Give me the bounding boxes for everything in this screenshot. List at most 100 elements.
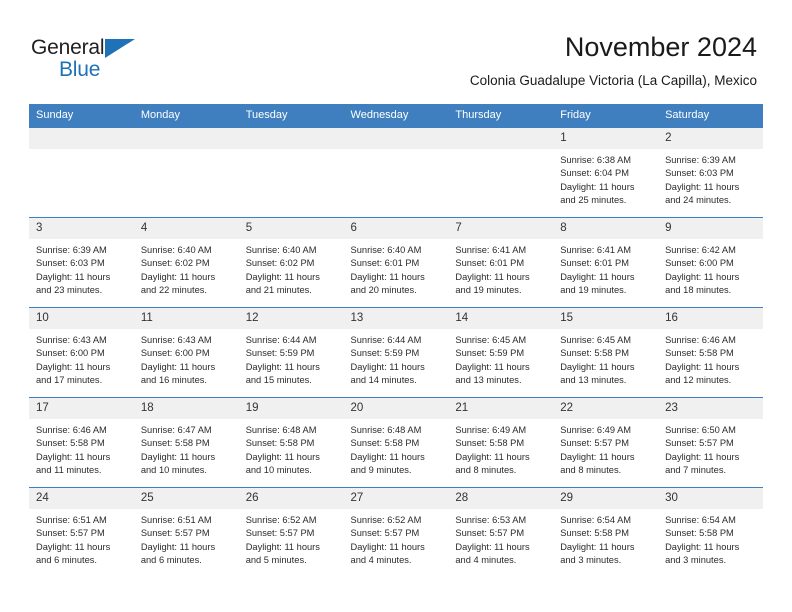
logo-text-general: General — [31, 36, 105, 59]
sunset-time: Sunset: 5:57 PM — [665, 438, 734, 449]
calendar-day-cell[interactable]: 26 Sunrise: 6:52 AM Sunset: 5:57 PM Dayligh… — [238, 487, 344, 578]
day-number: 27 — [343, 488, 449, 509]
daylight-duration-line2: and 13 minutes. — [560, 375, 627, 386]
calendar-day-cell[interactable]: 3 Sunrise: 6:39 AM Sunset: 6:03 PM Daylight… — [29, 217, 134, 308]
day-number — [29, 128, 134, 149]
calendar-day-cell[interactable]: 19 Sunrise: 6:48 AM Sunset: 5:58 PM Dayligh… — [238, 397, 344, 488]
day-sun-info: Sunrise: 6:51 AM Sunset: 5:57 PM Daylight:… — [134, 509, 239, 568]
weekday-header-row: Sunday Monday Tuesday Wednesday Thursday… — [29, 104, 763, 128]
sunset-time: Sunset: 5:59 PM — [350, 348, 420, 359]
calendar-day-cell[interactable]: 16 Sunrise: 6:46 AM Sunset: 5:58 PM Dayligh… — [658, 307, 763, 398]
day-sun-info: Sunrise: 6:45 AM Sunset: 5:59 PM Daylight:… — [448, 329, 553, 388]
daylight-duration-line1: Daylight: 11 hours — [455, 361, 530, 372]
calendar-day-cell[interactable]: 8 Sunrise: 6:41 AM Sunset: 6:01 PM Daylight… — [553, 217, 659, 308]
day-number — [133, 128, 239, 149]
calendar-day-cell[interactable]: 29 Sunrise: 6:54 AM Sunset: 5:58 PM Dayligh… — [553, 487, 659, 578]
sunset-time: Sunset: 5:57 PM — [560, 438, 629, 449]
daylight-duration-line1: Daylight: 11 hours — [350, 451, 425, 462]
calendar-day-cell[interactable]: 23 Sunrise: 6:50 AM Sunset: 5:57 PM Dayligh… — [658, 397, 763, 488]
calendar-week-row: 1 Sunrise: 6:38 AM Sunset: 6:04 PM Daylight… — [29, 127, 763, 218]
daylight-duration-line1: Daylight: 11 hours — [36, 271, 111, 282]
calendar-day-cell[interactable]: 25 Sunrise: 6:51 AM Sunset: 5:57 PM Dayligh… — [133, 487, 239, 578]
daylight-duration-line2: and 10 minutes. — [245, 465, 312, 476]
sunset-time: Sunset: 5:58 PM — [665, 348, 734, 359]
calendar-day-cell[interactable]: 9 Sunrise: 6:42 AM Sunset: 6:00 PM Daylight… — [658, 217, 763, 308]
day-number: 19 — [238, 398, 344, 419]
daylight-duration-line1: Daylight: 11 hours — [560, 181, 635, 192]
daylight-duration-line2: and 18 minutes. — [665, 285, 732, 296]
generalblue-logo[interactable]: General Blue — [31, 36, 161, 86]
calendar-day-cell[interactable]: 6 Sunrise: 6:40 AM Sunset: 6:01 PM Daylight… — [343, 217, 449, 308]
calendar-day-cell[interactable]: 14 Sunrise: 6:45 AM Sunset: 5:59 PM Dayligh… — [448, 307, 554, 398]
calendar-day-cell[interactable]: 7 Sunrise: 6:41 AM Sunset: 6:01 PM Daylight… — [448, 217, 554, 308]
sunrise-time: Sunrise: 6:49 AM — [455, 425, 527, 435]
calendar-day-cell[interactable]: 12 Sunrise: 6:44 AM Sunset: 5:59 PM Dayligh… — [238, 307, 344, 398]
calendar-day-cell[interactable]: 17 Sunrise: 6:46 AM Sunset: 5:58 PM Dayligh… — [29, 397, 134, 488]
title-block: November 2024 Colonia Guadalupe Victoria… — [470, 30, 757, 90]
day-number: 2 — [658, 128, 763, 149]
weekday-header-wednesday: Wednesday — [343, 104, 449, 128]
sunset-time: Sunset: 5:58 PM — [245, 438, 315, 449]
sunrise-time: Sunrise: 6:40 AM — [350, 245, 422, 255]
sunset-time: Sunset: 5:58 PM — [560, 528, 629, 539]
sunset-time: Sunset: 6:01 PM — [560, 258, 629, 269]
daylight-duration-line2: and 25 minutes. — [560, 195, 627, 206]
calendar-day-cell[interactable]: 24 Sunrise: 6:51 AM Sunset: 5:57 PM Dayligh… — [29, 487, 134, 578]
daylight-duration-line2: and 9 minutes. — [350, 465, 412, 476]
calendar-day-cell[interactable]: 27 Sunrise: 6:52 AM Sunset: 5:57 PM Dayligh… — [343, 487, 449, 578]
calendar-day-cell[interactable]: 22 Sunrise: 6:49 AM Sunset: 5:57 PM Dayligh… — [553, 397, 659, 488]
calendar-day-cell[interactable]: 2 Sunrise: 6:39 AM Sunset: 6:03 PM Daylight… — [658, 127, 763, 218]
day-sun-info: Sunrise: 6:47 AM Sunset: 5:58 PM Daylight:… — [134, 419, 239, 478]
sunrise-time: Sunrise: 6:46 AM — [36, 425, 107, 435]
daylight-duration-line1: Daylight: 11 hours — [36, 541, 111, 552]
day-number: 11 — [133, 308, 239, 329]
calendar-day-cell[interactable]: 28 Sunrise: 6:53 AM Sunset: 5:57 PM Dayligh… — [448, 487, 554, 578]
day-number: 21 — [448, 398, 554, 419]
calendar-day-cell[interactable]: 18 Sunrise: 6:47 AM Sunset: 5:58 PM Dayligh… — [133, 397, 239, 488]
daylight-duration-line2: and 15 minutes. — [245, 375, 312, 386]
calendar-day-cell[interactable]: 20 Sunrise: 6:48 AM Sunset: 5:58 PM Dayligh… — [343, 397, 449, 488]
sunset-time: Sunset: 5:57 PM — [245, 528, 315, 539]
day-sun-info: Sunrise: 6:53 AM Sunset: 5:57 PM Daylight:… — [448, 509, 553, 568]
calendar-day-cell[interactable]: 10 Sunrise: 6:43 AM Sunset: 6:00 PM Dayligh… — [29, 307, 134, 398]
daylight-duration-line1: Daylight: 11 hours — [36, 361, 111, 372]
daylight-duration-line1: Daylight: 11 hours — [245, 361, 320, 372]
calendar-day-cell[interactable]: 15 Sunrise: 6:45 AM Sunset: 5:58 PM Dayligh… — [553, 307, 659, 398]
sunrise-time: Sunrise: 6:38 AM — [560, 155, 632, 165]
calendar-day-cell[interactable]: 1 Sunrise: 6:38 AM Sunset: 6:04 PM Daylight… — [553, 127, 659, 218]
day-number: 3 — [29, 218, 134, 239]
daylight-duration-line2: and 19 minutes. — [560, 285, 627, 296]
day-number: 20 — [343, 398, 449, 419]
calendar-day-cell[interactable]: 21 Sunrise: 6:49 AM Sunset: 5:58 PM Dayligh… — [448, 397, 554, 488]
sunset-time: Sunset: 5:58 PM — [665, 528, 734, 539]
sunrise-time: Sunrise: 6:45 AM — [455, 335, 527, 345]
day-number: 22 — [553, 398, 659, 419]
sunrise-time: Sunrise: 6:46 AM — [665, 335, 736, 345]
sunrise-time: Sunrise: 6:53 AM — [455, 515, 527, 525]
daylight-duration-line2: and 4 minutes. — [350, 555, 412, 566]
daylight-duration-line2: and 21 minutes. — [245, 285, 312, 296]
day-number: 6 — [343, 218, 449, 239]
daylight-duration-line2: and 7 minutes. — [665, 465, 727, 476]
sunrise-time: Sunrise: 6:39 AM — [36, 245, 107, 255]
sunrise-time: Sunrise: 6:51 AM — [36, 515, 107, 525]
calendar-day-cell[interactable]: 4 Sunrise: 6:40 AM Sunset: 6:02 PM Daylight… — [133, 217, 239, 308]
day-number: 23 — [658, 398, 763, 419]
sunrise-time: Sunrise: 6:40 AM — [140, 245, 212, 255]
day-sun-info: Sunrise: 6:46 AM Sunset: 5:58 PM Daylight:… — [658, 329, 763, 388]
day-number: 5 — [238, 218, 344, 239]
calendar-day-cell-empty — [343, 127, 449, 218]
calendar-day-cell[interactable]: 13 Sunrise: 6:44 AM Sunset: 5:59 PM Dayligh… — [343, 307, 449, 398]
daylight-duration-line2: and 3 minutes. — [560, 555, 622, 566]
sunset-time: Sunset: 5:58 PM — [560, 348, 629, 359]
day-sun-info: Sunrise: 6:43 AM Sunset: 6:00 PM Daylight:… — [29, 329, 134, 388]
daylight-duration-line2: and 22 minutes. — [140, 285, 207, 296]
calendar-day-cell[interactable]: 5 Sunrise: 6:40 AM Sunset: 6:02 PM Daylight… — [238, 217, 344, 308]
logo-text-blue: Blue — [59, 58, 101, 81]
calendar-day-cell[interactable]: 11 Sunrise: 6:43 AM Sunset: 6:00 PM Dayligh… — [133, 307, 239, 398]
day-number: 24 — [29, 488, 134, 509]
calendar-day-cell[interactable]: 30 Sunrise: 6:54 AM Sunset: 5:58 PM Dayligh… — [658, 487, 763, 578]
weekday-header-thursday: Thursday — [448, 104, 554, 128]
sunset-time: Sunset: 6:01 PM — [350, 258, 420, 269]
day-sun-info: Sunrise: 6:50 AM Sunset: 5:57 PM Daylight:… — [658, 419, 763, 478]
